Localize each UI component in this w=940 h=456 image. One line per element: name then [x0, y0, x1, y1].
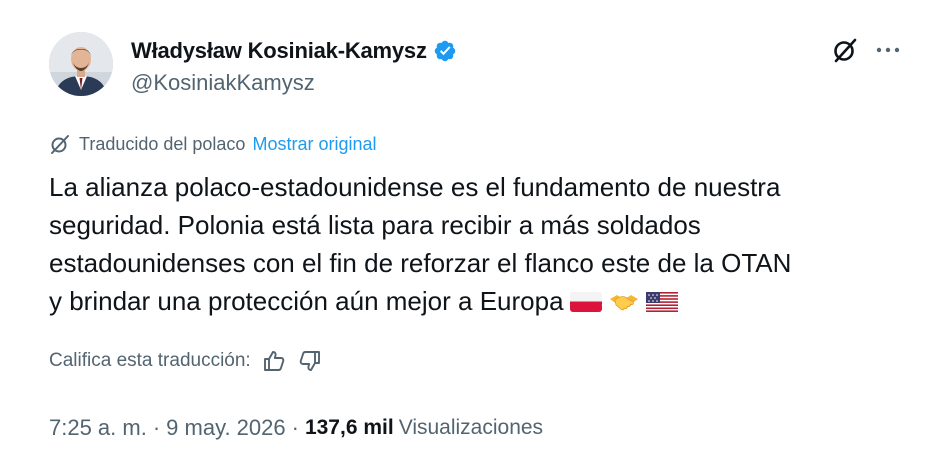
views-count[interactable]: 137,6 mil [305, 416, 394, 440]
tweet-text: La alianza polaco-estadounidense es el f… [49, 168, 919, 320]
meta-separator: · [152, 415, 161, 440]
tweet-time[interactable]: 7:25 a. m. [49, 415, 147, 441]
tweet-card: Władysław Kosiniak-Kamysz @KosiniakKamys… [0, 0, 940, 456]
tweet-text-line: estadounidenses con el fin de reforzar e… [49, 248, 792, 278]
thumbs-up-icon[interactable] [261, 348, 287, 374]
translation-notice: Traducido del polaco Mostrar original [49, 132, 377, 156]
verified-badge-icon[interactable] [433, 39, 457, 63]
translate-icon [49, 133, 71, 155]
translated-from-label: Traducido del polaco [79, 133, 246, 154]
usa-flag-emoji [645, 290, 678, 314]
rate-translation-row: Califica esta traducción: [49, 347, 323, 375]
tweet-text-line-last: y brindar una protección aún mejor a Eur… [49, 282, 919, 320]
author-handle[interactable]: @KosiniakKamysz [131, 70, 315, 96]
tweet-text-line: seguridad. Polonia está lista para recib… [49, 210, 701, 240]
thumbs-down-icon[interactable] [297, 348, 323, 374]
handshake-emoji [608, 290, 640, 314]
avatar[interactable] [49, 32, 113, 96]
more-options-icon[interactable] [873, 38, 903, 62]
meta-separator: · [291, 415, 299, 440]
author-display-name[interactable]: Władysław Kosiniak-Kamysz [131, 38, 427, 64]
tweet-text-line: La alianza polaco-estadounidense es el f… [49, 172, 781, 202]
tweet-text-line: y brindar una protección aún mejor a Eur… [49, 286, 564, 316]
views-label[interactable]: Visualizaciones [399, 416, 543, 440]
rate-translation-label: Califica esta traducción: [49, 350, 251, 371]
grok-icon[interactable] [831, 36, 859, 64]
poland-flag-emoji [569, 290, 602, 314]
tweet-date[interactable]: 9 may. 2026 [166, 415, 285, 441]
author-name-row: Władysław Kosiniak-Kamysz [131, 36, 457, 66]
tweet-meta: 7:25 a. m. · 9 may. 2026 · 137,6 mil Vis… [49, 413, 543, 443]
show-original-link[interactable]: Mostrar original [252, 134, 376, 155]
